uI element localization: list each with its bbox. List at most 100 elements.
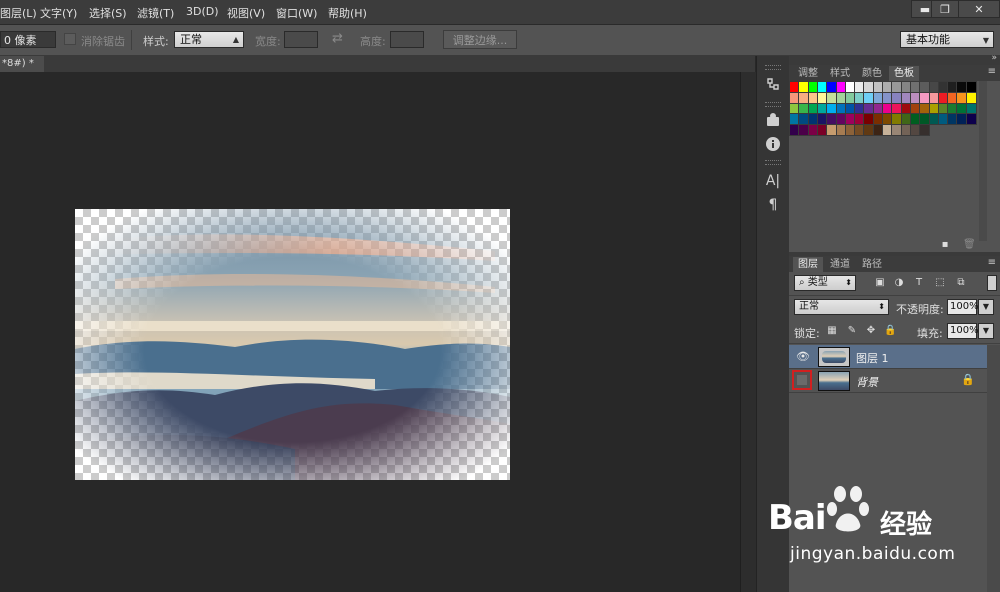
drag-grip[interactable] (765, 102, 781, 107)
color-swatch[interactable] (844, 113, 856, 126)
color-swatch[interactable] (844, 102, 856, 115)
smart-object-filter-icon[interactable]: ⧉ (955, 277, 967, 289)
color-swatch[interactable] (919, 81, 931, 93)
adjustment-filter-icon[interactable]: ◑ (893, 277, 905, 289)
color-swatch[interactable] (798, 81, 810, 93)
color-swatch[interactable] (807, 102, 819, 115)
color-swatch[interactable] (965, 113, 977, 126)
menu-3d[interactable]: 3D(D) (186, 5, 219, 18)
info-icon[interactable] (763, 136, 783, 154)
menu-filter[interactable]: 滤镜(T) (137, 5, 174, 21)
history-icon[interactable] (763, 76, 783, 94)
opacity-input[interactable]: 100% (947, 299, 979, 315)
color-swatch[interactable] (798, 124, 810, 137)
lock-transparency-icon[interactable]: ▦ (826, 325, 838, 337)
drag-grip[interactable] (765, 160, 781, 165)
tab-paths[interactable]: 路径 (857, 257, 887, 272)
close-button[interactable]: ✕ (958, 0, 1000, 18)
color-swatch[interactable] (891, 91, 903, 104)
color-swatch[interactable] (882, 113, 893, 126)
color-swatch[interactable] (928, 102, 940, 115)
tab-color[interactable]: 颜色 (857, 66, 887, 81)
layer-name[interactable]: 背景 (856, 374, 878, 390)
color-swatch[interactable] (835, 102, 847, 115)
color-swatch[interactable] (909, 113, 921, 126)
color-swatch[interactable] (882, 91, 893, 104)
color-swatch[interactable] (947, 113, 959, 126)
color-swatch[interactable] (919, 113, 931, 126)
color-swatch[interactable] (816, 124, 828, 137)
color-swatch[interactable] (909, 102, 921, 115)
color-swatch[interactable] (919, 124, 931, 137)
color-swatch[interactable] (928, 81, 940, 93)
color-swatch[interactable] (816, 113, 828, 126)
color-swatch[interactable] (919, 91, 931, 104)
feather-input[interactable]: 0 像素 (0, 31, 56, 48)
color-swatch[interactable] (798, 113, 810, 126)
refine-edge-button[interactable]: 调整边缘... (443, 30, 517, 49)
paragraph-icon[interactable]: ¶ (763, 196, 783, 214)
color-swatch[interactable] (854, 124, 866, 137)
color-swatch[interactable] (807, 81, 819, 93)
color-swatch[interactable] (826, 124, 838, 137)
color-swatch[interactable] (798, 102, 810, 115)
document-canvas[interactable] (75, 209, 510, 480)
layer-filter-select[interactable]: ⌕ 类型 ⬍ (794, 275, 856, 291)
menu-window[interactable]: 窗口(W) (276, 5, 317, 21)
color-swatch[interactable] (826, 113, 838, 126)
lock-position-icon[interactable]: ✥ (865, 325, 877, 337)
layer-name[interactable]: 图层 1 (856, 350, 889, 366)
color-swatch[interactable] (863, 81, 875, 93)
color-swatch[interactable] (947, 102, 959, 115)
color-swatch[interactable] (900, 124, 912, 137)
tab-swatches[interactable]: 色板 (889, 66, 919, 81)
color-swatch[interactable] (844, 81, 856, 93)
color-swatch[interactable] (789, 81, 800, 93)
document-tab[interactable]: *8#) * × (0, 56, 44, 85)
color-swatch[interactable] (928, 91, 940, 104)
visibility-toggle-box[interactable] (792, 370, 812, 390)
vertical-scrollbar[interactable] (740, 72, 756, 592)
color-swatch[interactable] (937, 113, 949, 126)
swap-icon[interactable]: ⇄ (332, 31, 343, 46)
menu-select[interactable]: 选择(S) (89, 5, 127, 21)
width-input[interactable] (284, 31, 318, 48)
color-swatch[interactable] (854, 91, 866, 104)
color-swatch[interactable] (854, 113, 866, 126)
color-swatch[interactable] (956, 102, 968, 115)
color-swatch[interactable] (919, 102, 931, 115)
color-swatch[interactable] (882, 124, 893, 137)
color-swatch[interactable] (863, 102, 875, 115)
fill-input[interactable]: 100% (947, 323, 979, 339)
color-swatch[interactable] (872, 124, 884, 137)
color-swatch[interactable] (872, 81, 884, 93)
panel-collapse-bar[interactable]: » (789, 53, 1000, 65)
color-swatch[interactable] (882, 81, 893, 93)
color-swatch[interactable] (891, 102, 903, 115)
color-swatch[interactable] (900, 102, 912, 115)
color-swatch[interactable] (863, 113, 875, 126)
color-swatch[interactable] (928, 113, 940, 126)
color-swatch[interactable] (789, 91, 800, 104)
color-swatch[interactable] (789, 124, 800, 137)
new-swatch-icon[interactable]: ▪ (939, 239, 951, 251)
color-swatch[interactable] (909, 81, 921, 93)
shape-filter-icon[interactable]: ⬚ (934, 277, 946, 289)
color-swatch[interactable] (854, 102, 866, 115)
color-swatch[interactable] (891, 81, 903, 93)
color-swatch[interactable] (863, 124, 875, 137)
height-input[interactable] (390, 31, 424, 48)
color-swatch[interactable] (826, 91, 838, 104)
type-filter-icon[interactable]: T (913, 277, 925, 289)
color-swatch[interactable] (826, 81, 838, 93)
color-swatch[interactable] (872, 113, 884, 126)
color-swatch[interactable] (816, 91, 828, 104)
color-swatch[interactable] (956, 91, 968, 104)
color-swatch[interactable] (826, 102, 838, 115)
color-swatch[interactable] (937, 102, 949, 115)
style-select[interactable]: 正常 ▲ (174, 31, 244, 48)
lock-all-icon[interactable]: 🔒 (884, 325, 896, 337)
color-swatch[interactable] (789, 113, 800, 126)
layer-row[interactable]: 背景 🔒 (789, 369, 987, 392)
color-swatch[interactable] (807, 91, 819, 104)
